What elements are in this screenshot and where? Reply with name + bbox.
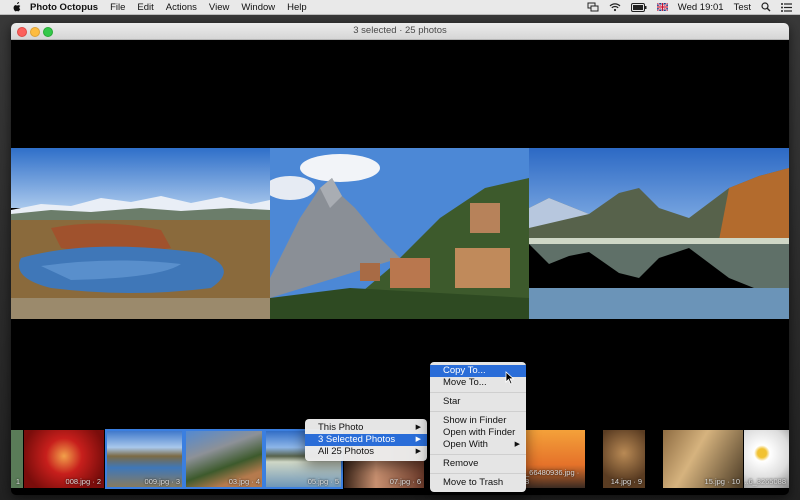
notification-center-icon[interactable] <box>781 2 792 12</box>
thumbnail-selected[interactable]: 03.jpg · 4 <box>184 429 264 489</box>
thumbnail-caption: ...6_3265088 <box>744 477 786 486</box>
status-area: Wed 19:01 Test <box>577 0 792 14</box>
menu-bar: Photo Octopus File Edit Actions View Win… <box>0 0 800 15</box>
menu-separator <box>430 392 526 393</box>
menu-item-label: Open With <box>443 439 488 450</box>
photo-viewer-2[interactable] <box>270 148 529 319</box>
clock[interactable]: Wed 19:01 <box>678 2 724 13</box>
menu-item-label: This Photo <box>318 422 364 433</box>
menu-separator <box>430 411 526 412</box>
thumbnail-caption: _66480936.jpg · 8 <box>525 468 580 486</box>
menu-file[interactable]: File <box>110 2 125 13</box>
thumbnail[interactable]: 1 <box>11 430 23 488</box>
thumbnail-caption: 008.jpg · 2 <box>65 477 101 486</box>
apple-menu-icon[interactable] <box>12 2 22 12</box>
open-with-finder-item[interactable]: Open with Finder <box>430 427 526 439</box>
submenu-arrow-icon: ▶ <box>514 441 520 448</box>
thumbnail-selected[interactable]: 009.jpg · 3 <box>105 429 184 489</box>
menu-separator <box>430 454 526 455</box>
thumbnail[interactable]: 15.jpg · 10 <box>663 430 743 488</box>
star-item[interactable]: Star <box>430 396 526 408</box>
user-menu[interactable]: Test <box>734 2 751 13</box>
battery-icon[interactable] <box>630 2 647 12</box>
this-photo-item[interactable]: This Photo ▶ <box>305 422 427 434</box>
thumbnail[interactable]: _66480936.jpg · 8 <box>525 430 585 488</box>
wifi-icon[interactable] <box>609 2 621 12</box>
app-menu[interactable]: Photo Octopus <box>30 2 98 13</box>
thumbnail[interactable]: ...6_3265088 <box>744 430 789 488</box>
submenu-arrow-icon: ▶ <box>415 436 421 443</box>
thumbnail[interactable]: 14.jpg · 9 <box>603 430 645 488</box>
input-source-flag-icon[interactable] <box>656 3 668 11</box>
remove-item[interactable]: Remove <box>430 458 526 470</box>
show-in-finder-item[interactable]: Show in Finder <box>430 415 526 427</box>
thumbnail-caption: 1 <box>15 477 20 486</box>
thumbnail[interactable]: 008.jpg · 2 <box>24 430 104 488</box>
submenu-arrow-icon: ▶ <box>415 448 421 455</box>
thumbnail-caption: 07.jpg · 6 <box>389 477 421 486</box>
menu-item-label: 3 Selected Photos <box>318 434 396 445</box>
menu-separator <box>430 473 526 474</box>
scope-submenu: This Photo ▶ 3 Selected Photos ▶ All 25 Ph… <box>305 419 427 461</box>
thumbnail-caption: 03.jpg · 4 <box>228 477 260 486</box>
submenu-arrow-icon: ▶ <box>415 424 421 431</box>
mouse-pointer-icon <box>505 371 515 385</box>
thumbnail-caption: 05.jpg · 5 <box>307 477 339 486</box>
menu-window[interactable]: Window <box>241 2 275 13</box>
selected-photos-item[interactable]: 3 Selected Photos ▶ <box>305 434 427 446</box>
menu-help[interactable]: Help <box>287 2 307 13</box>
menu-edit[interactable]: Edit <box>137 2 153 13</box>
photo-viewer-1[interactable] <box>11 148 270 319</box>
thumbnail-caption: 15.jpg · 10 <box>704 477 740 486</box>
move-to-trash-item[interactable]: Move to Trash <box>430 477 526 489</box>
thumbnail-caption: 14.jpg · 9 <box>610 477 642 486</box>
all-photos-item[interactable]: All 25 Photos ▶ <box>305 446 427 458</box>
photo-viewer-3[interactable] <box>529 148 789 319</box>
open-with-item[interactable]: Open With ▶ <box>430 439 526 451</box>
menu-actions[interactable]: Actions <box>166 2 197 13</box>
spotlight-search-icon[interactable] <box>761 2 771 12</box>
screen-mirroring-icon[interactable] <box>587 2 599 12</box>
thumbnail-caption: 009.jpg · 3 <box>144 477 180 486</box>
window-title: 3 selected · 25 photos <box>353 25 447 36</box>
menu-view[interactable]: View <box>209 2 229 13</box>
menu-item-label: All 25 Photos <box>318 446 374 457</box>
title-bar[interactable]: 3 selected · 25 photos <box>11 23 789 40</box>
